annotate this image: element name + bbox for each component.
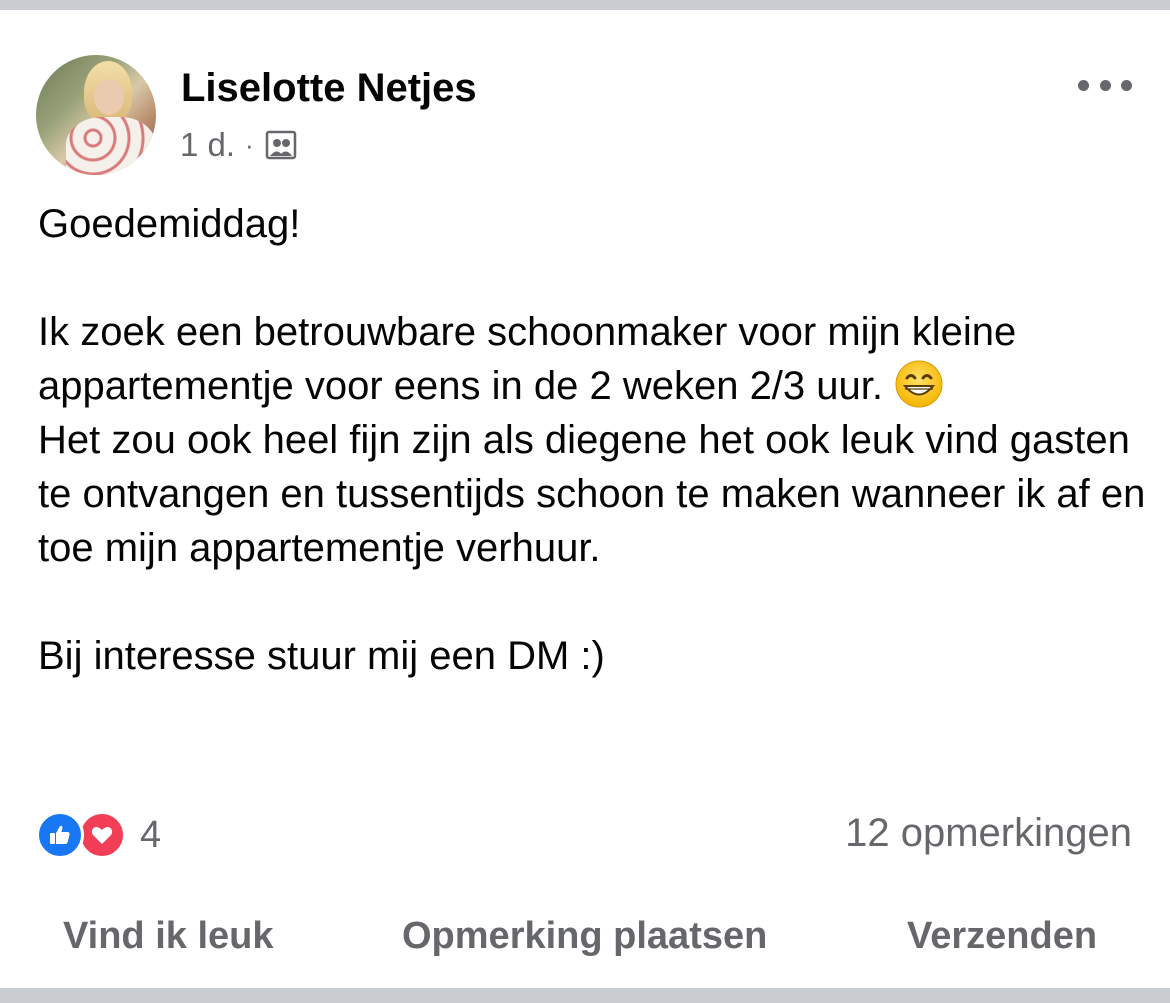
author-name[interactable]: Liselotte Netjes [181,66,477,111]
meta-separator: · [245,129,254,160]
share-button[interactable]: Verzenden [907,915,1097,958]
post-body: Goedemiddag! Ik zoek een betrouwbare sch… [38,197,1148,683]
more-dot [1121,79,1132,91]
group-icon [265,130,296,160]
like-icon [36,811,84,859]
grinning-face-emoji [895,360,943,408]
like-button[interactable]: Vind ik leuk [63,915,273,958]
more-dot [1078,79,1089,91]
author-avatar[interactable] [36,55,156,175]
comment-button[interactable]: Opmerking plaatsen [402,915,767,958]
more-icon[interactable] [1078,70,1132,100]
avatar-dress [66,117,156,175]
post-actions: Vind ik leuk Opmerking plaatsen Verzende… [0,915,1170,967]
love-icon [78,811,126,859]
post-timestamp[interactable]: 1 d. [180,126,235,164]
comment-count-link[interactable]: 12 opmerkingen [845,811,1132,856]
post-greeting: Goedemiddag! [38,202,301,246]
post-meta: 1 d. · [180,126,298,164]
avatar-face [94,79,124,115]
thumbs-up-icon [50,825,70,844]
heart-icon [91,827,113,844]
reaction-summary[interactable]: 4 [36,811,161,859]
more-dot [1099,79,1111,91]
post-paragraph: Ik zoek een betrouwbare schoonmaker voor… [38,310,1028,408]
post-paragraph: Het zou ook heel fijn zijn als diegene h… [38,418,1157,570]
post-card: Liselotte Netjes 1 d. · Goedemiddag! Ik … [0,10,1170,988]
post-call-to-action: Bij interesse stuur mij een DM :) [38,634,605,678]
reaction-count: 4 [140,813,162,856]
